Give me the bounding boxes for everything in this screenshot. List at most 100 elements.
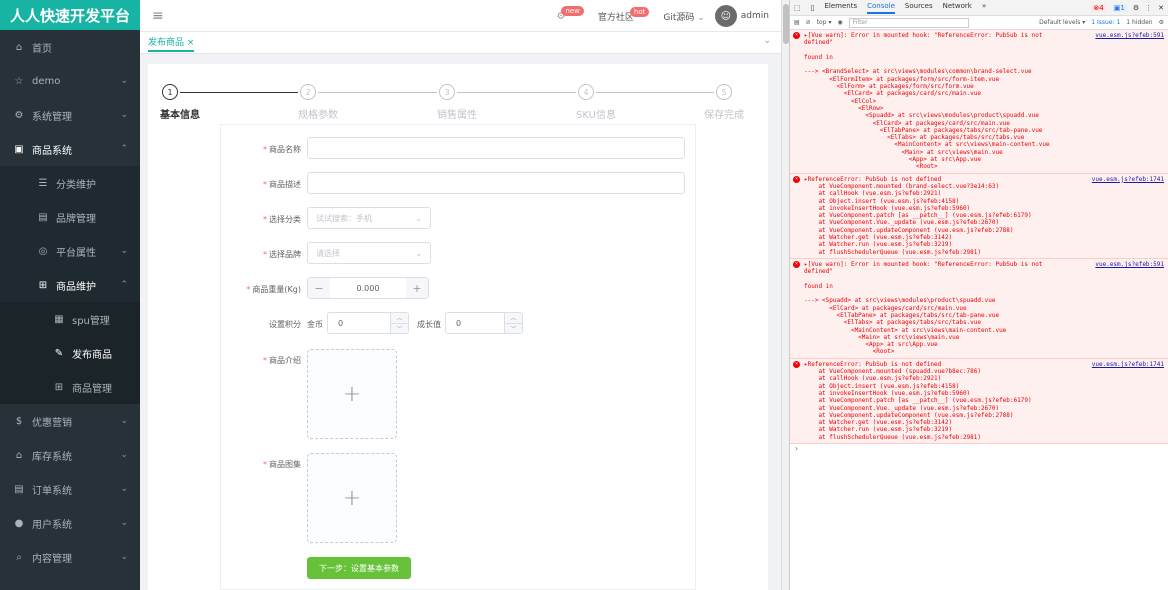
- sidebar-item-8[interactable]: ▦ spu管理: [0, 302, 140, 336]
- menu-toggle-icon[interactable]: ≡: [152, 8, 164, 24]
- product-name-input[interactable]: [307, 137, 685, 159]
- minus-icon[interactable]: −: [308, 278, 330, 298]
- levels-select[interactable]: Default levels ▾: [1039, 19, 1085, 26]
- device-icon[interactable]: ▯: [811, 4, 815, 12]
- growth-value: 0: [456, 318, 462, 328]
- console-line: <MainContent> at src\views\main-content.…: [804, 141, 1050, 149]
- gear-icon[interactable]: ⚙: [1133, 4, 1139, 12]
- sidebar-item-6[interactable]: ◎ 平台属性 ⌄: [0, 234, 140, 268]
- sidebar-item-3[interactable]: ▣ 商品系统 ⌃: [0, 132, 140, 166]
- order-icon: ▤: [14, 483, 24, 495]
- tab-publish-product[interactable]: 发布商品 ×: [148, 35, 195, 52]
- intro-label: * 商品介绍: [263, 356, 301, 365]
- console-prompt[interactable]: ›: [790, 444, 1168, 453]
- sidebar-item-2[interactable]: ⚙ 系统管理 ⌄: [0, 98, 140, 132]
- sidebar-item-0[interactable]: ⌂ 首页: [0, 30, 140, 64]
- error-source-link[interactable]: vue.esm.js?efeb:591: [1095, 32, 1164, 39]
- devtools-status: ⊗4 ▣1 ⚙ ⋮ ✕: [1091, 3, 1164, 12]
- doc-icon: ▦: [54, 313, 64, 325]
- settings-entry[interactable]: ⚙new: [556, 5, 587, 22]
- avatar: ☺: [714, 5, 737, 27]
- error-source-link[interactable]: vue.esm.js?efeb:1741: [1092, 176, 1164, 183]
- error-count[interactable]: ⊗4: [1091, 3, 1106, 12]
- console-line: <ElTabs> at packages/tabs/src/tabs.vue: [804, 319, 982, 327]
- tabs-dropdown-icon[interactable]: ⌄: [763, 36, 771, 46]
- category-select[interactable]: 试试搜索：手机 ⌄: [307, 207, 431, 229]
- gold-input[interactable]: 0 ︿ ﹀: [327, 312, 409, 334]
- chevron-down-icon: ⌄: [120, 110, 128, 120]
- message-count[interactable]: ▣1: [1111, 3, 1127, 12]
- brand-logo[interactable]: 人人快速开发平台: [0, 0, 140, 30]
- chevron-up-icon: ︿: [505, 313, 522, 324]
- devtools-tab-3[interactable]: Network: [943, 2, 972, 14]
- page-scrollbar[interactable]: [781, 0, 789, 590]
- sidebar-item-15[interactable]: ⌕ 内容管理 ⌄: [0, 540, 140, 574]
- error-source-link[interactable]: vue.esm.js?efeb:591: [1095, 261, 1164, 268]
- devtools-tab-2[interactable]: Sources: [905, 2, 933, 14]
- weight-stepper[interactable]: − 0.000 +: [307, 277, 429, 299]
- step-5-icon: 5: [716, 84, 732, 100]
- git-link[interactable]: Git源码 ⌄: [663, 10, 704, 23]
- sidebar-item-label: 系统管理: [32, 111, 72, 123]
- growth-spinner[interactable]: ︿ ﹀: [504, 313, 522, 333]
- sidebar-item-7[interactable]: ⊞ 商品维护 ⌃: [0, 268, 140, 302]
- sidebar-item-4[interactable]: ☰ 分类维护: [0, 166, 140, 200]
- sidebar-item-5[interactable]: ▤ 品牌管理: [0, 200, 140, 234]
- gold-spinner[interactable]: ︿ ﹀: [390, 313, 408, 333]
- images-upload[interactable]: +: [307, 453, 397, 543]
- filter-input[interactable]: Filter: [848, 17, 969, 28]
- sidebar-item-label: 首页: [32, 43, 52, 55]
- error-source-link[interactable]: vue.esm.js?efeb:1741: [1092, 361, 1164, 368]
- chevron-down-icon: ⌄: [415, 248, 422, 258]
- gear-icon[interactable]: ⚙: [1159, 19, 1164, 26]
- sidebar-item-10[interactable]: ⊞ 商品管理: [0, 370, 140, 404]
- step-2-label: 规格参数: [298, 110, 338, 121]
- devtools-tab-1[interactable]: Console: [867, 2, 895, 14]
- console-line: <App> at src\App.vue: [804, 341, 938, 349]
- sidebar-item-12[interactable]: ⌂ 库存系统 ⌄: [0, 438, 140, 472]
- chevron-down-icon: ﹀: [396, 325, 403, 333]
- console-toolbar-right: Default levels ▾ 1 Issue: 1 1 hidden ⚙: [1039, 19, 1164, 26]
- plus-icon[interactable]: +: [406, 278, 428, 298]
- step-3-icon: 3: [439, 84, 455, 100]
- sidebar-item-9[interactable]: ✎ 发布商品: [0, 336, 140, 370]
- chevron-down-icon: ﹀: [510, 325, 517, 333]
- console-line: ---> <BrandSelect> at src\views\modules\…: [804, 68, 1032, 76]
- intro-upload[interactable]: +: [307, 349, 397, 439]
- eye-icon[interactable]: ◉: [837, 19, 842, 26]
- growth-input[interactable]: 0 ︿ ﹀: [445, 312, 523, 334]
- sidebar-item-11[interactable]: $ 优惠营销 ⌄: [0, 404, 140, 438]
- user-icon: ●: [14, 517, 24, 529]
- console-line: <ElCard> at packages/card/src/main.vue: [804, 119, 1010, 127]
- devtools-tab-4[interactable]: »: [982, 2, 986, 14]
- target-icon: ◎: [38, 245, 48, 257]
- console-line: at VueComponent.patch [as __patch__] (vu…: [804, 212, 1032, 220]
- console-line: at VueComponent.Vue._update (vue.esm.js?…: [804, 219, 1000, 227]
- growth-label: 成长值: [417, 320, 441, 329]
- inspect-icon[interactable]: ⬚: [794, 4, 801, 12]
- console-line: <App> at src\App.vue: [804, 156, 982, 164]
- user-menu[interactable]: ☺ admin: [714, 5, 769, 27]
- devtools-tab-0[interactable]: Elements: [824, 2, 857, 14]
- error-icon: ×: [793, 175, 800, 183]
- more-icon[interactable]: ⋮: [1145, 4, 1152, 12]
- product-desc-input[interactable]: [307, 172, 685, 194]
- console-line: at VueComponent.updateComponent (vue.esm…: [804, 411, 1014, 419]
- console-line: ---> <Spuadd> at src\views\modules\produ…: [804, 297, 996, 305]
- topbar-right: ⚙new 官方社区hot Git源码 ⌄ ☺ admin: [556, 0, 769, 32]
- console-line: found in: [804, 282, 833, 290]
- close-icon[interactable]: ✕: [1158, 4, 1164, 12]
- sidebar-item-1[interactable]: ☆ demo ⌄: [0, 64, 140, 98]
- context-select[interactable]: top ▾: [817, 19, 832, 26]
- sidebar-toggle-icon[interactable]: ▤: [794, 19, 800, 26]
- community-link[interactable]: 官方社区hot: [598, 6, 653, 23]
- sidebar-item-13[interactable]: ▤ 订单系统 ⌄: [0, 472, 140, 506]
- issues-link[interactable]: 1 Issue: 1: [1091, 19, 1120, 26]
- brand-select[interactable]: 请选择 ⌄: [307, 242, 431, 264]
- gold-value: 0: [338, 318, 344, 328]
- next-step-button[interactable]: 下一步：设置基本参数: [307, 557, 411, 579]
- clear-icon[interactable]: ⊘: [806, 19, 811, 26]
- sidebar-item-14[interactable]: ● 用户系统 ⌄: [0, 506, 140, 540]
